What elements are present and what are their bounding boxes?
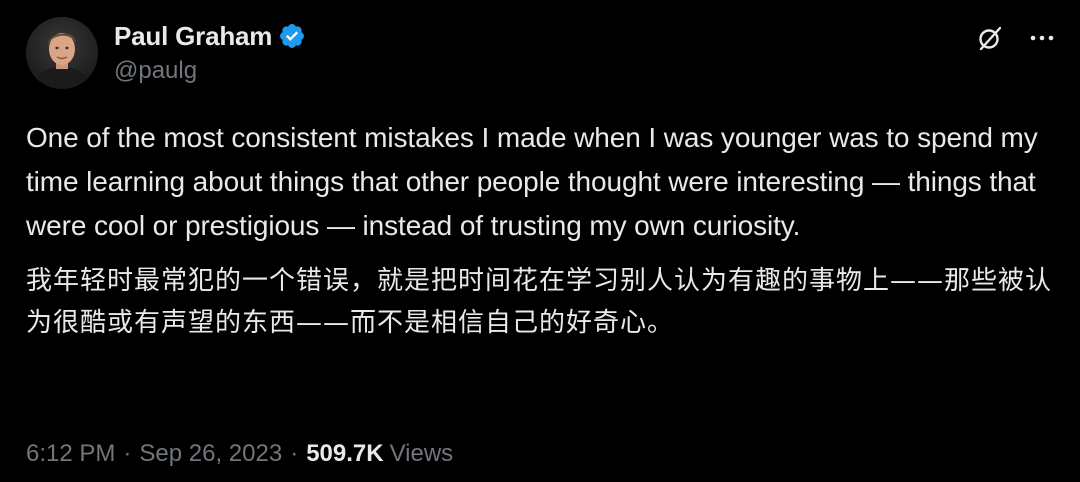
tweet-text-english: One of the most consistent mistakes I ma… [26,122,1038,241]
tweet-time[interactable]: 6:12 PM [26,440,115,468]
views-count[interactable]: 509.7K [306,440,383,468]
tweet-header-actions [976,24,1056,52]
tweet-text: One of the most consistent mistakes I ma… [26,116,1056,344]
author-name-row: Paul Graham [114,19,306,53]
meta-separator: · [123,440,132,467]
tweet-card: Paul Graham @paulg One of the most consi… [0,0,1080,482]
ellipsis-icon[interactable] [1028,24,1056,52]
meta-separator: · [290,440,299,467]
tweet-meta: 6:12 PM · Sep 26, 2023 · 509.7K Views [26,440,453,468]
views-label: Views [389,440,454,467]
tweet-text-chinese: 我年轻时最常犯的一个错误，就是把时间花在学习别人认为有趣的事物上——那些被认为很… [26,266,1053,338]
verified-badge-icon[interactable] [278,22,306,50]
tweet-date[interactable]: Sep 26, 2023 [139,440,282,468]
author-handle[interactable]: @paulg [114,57,306,85]
author-info: Paul Graham @paulg [114,19,306,85]
grok-slash-circle-icon[interactable] [976,24,1004,52]
author-display-name[interactable]: Paul Graham [114,21,272,52]
avatar[interactable] [26,17,98,89]
